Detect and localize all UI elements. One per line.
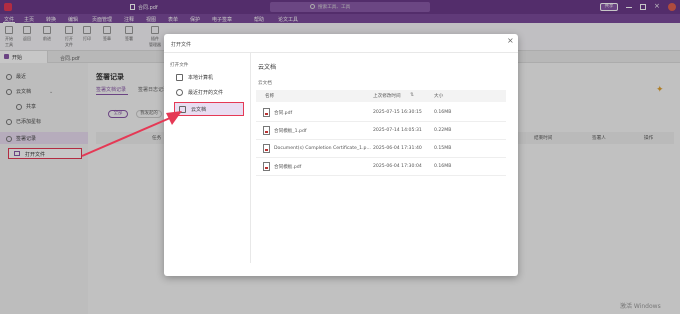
annotation-arrow	[81, 111, 182, 157]
arrow-shaft	[81, 117, 171, 157]
